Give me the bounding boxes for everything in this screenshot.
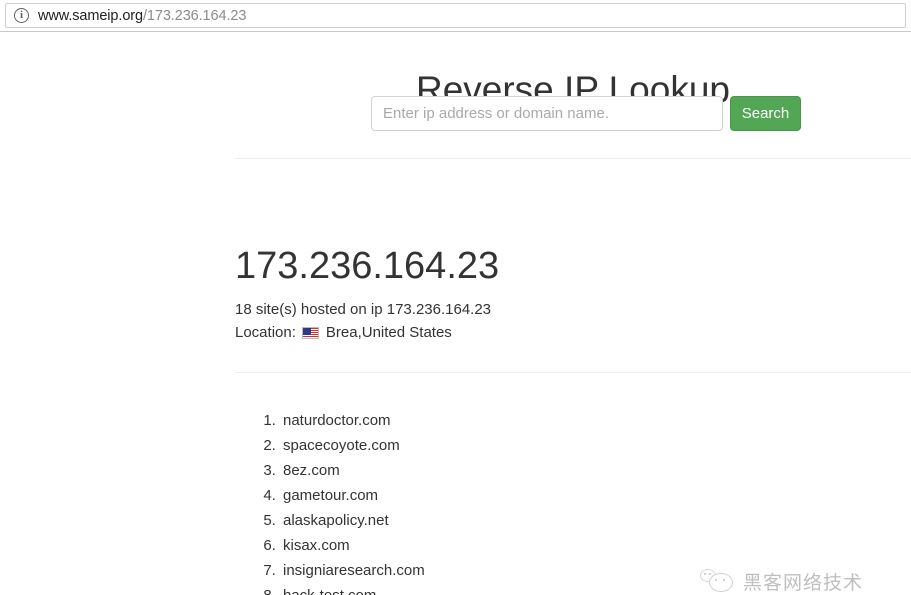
search-form: Search [371,96,801,131]
address-bar-domain: www.sameip.org [38,7,143,24]
list-item[interactable]: kisax.com [280,533,425,558]
location-label: Location: [235,324,296,341]
chat-bubbles-icon [700,568,736,595]
address-bar-path: /173.236.164.23 [142,7,247,24]
hosted-count-text: 18 site(s) hosted on ip 173.236.164.23 [235,301,492,318]
info-circle-icon[interactable]: i [14,8,29,23]
location-row: Location: Brea,United States [235,323,452,343]
list-item[interactable]: naturdoctor.com [280,408,425,433]
list-item[interactable]: gametour.com [280,483,425,508]
list-item[interactable]: insigniaresearch.com [280,558,425,583]
page-content: Reverse IP Lookup Search 173.236.164.23 … [0,32,911,595]
divider-middle [235,372,911,373]
search-button[interactable]: Search [730,96,801,131]
browser-chrome: i www.sameip.org/173.236.164.23 [0,0,911,32]
list-item[interactable]: alaskapolicy.net [280,508,425,533]
address-bar[interactable]: i www.sameip.org/173.236.164.23 [5,3,906,28]
ip-heading: 173.236.164.23 [235,245,500,287]
hosted-sites-list: naturdoctor.comspacecoyote.com8ez.comgam… [253,408,425,595]
watermark-text: 黑客网络技术 [743,572,864,594]
watermark: 黑客网络技术 [700,568,863,595]
search-input[interactable] [371,96,723,131]
list-item[interactable]: hack-test.com [280,583,425,595]
us-flag-icon [301,327,319,339]
list-item[interactable]: spacecoyote.com [280,433,425,458]
list-item[interactable]: 8ez.com [280,458,425,483]
divider-top [235,158,911,159]
location-value: Brea,United States [325,324,452,341]
address-bar-url: www.sameip.org/173.236.164.23 [38,8,246,24]
